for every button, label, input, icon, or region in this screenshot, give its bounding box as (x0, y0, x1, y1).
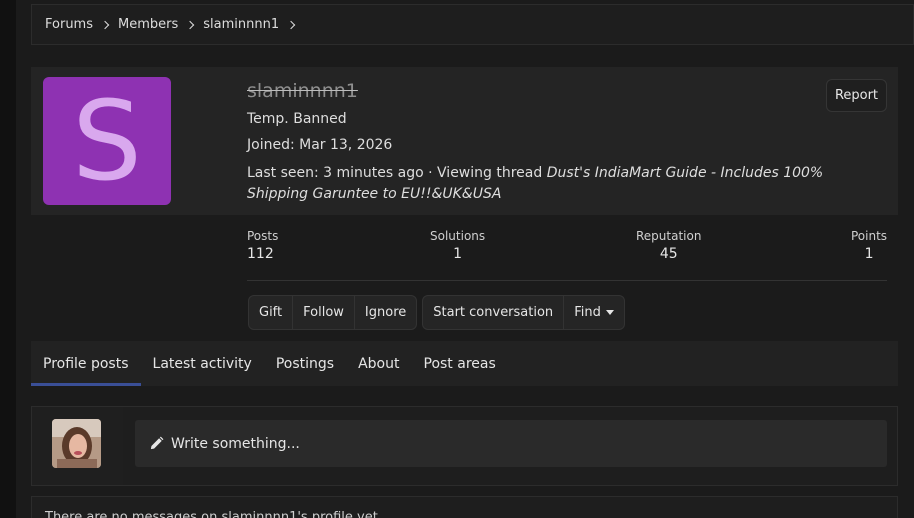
user-status: Temp. Banned (247, 111, 347, 127)
tab-about[interactable]: About (346, 341, 411, 386)
profile-header: S slaminnnn1 Report Temp. Banned Joined:… (31, 67, 898, 215)
report-button[interactable]: Report (826, 79, 887, 112)
tab-latest-activity[interactable]: Latest activity (141, 341, 264, 386)
find-dropdown-button[interactable]: Find (564, 296, 624, 329)
tab-profile-posts[interactable]: Profile posts (31, 341, 141, 386)
avatar[interactable]: S (43, 77, 171, 205)
compose-avatar-column (32, 407, 123, 485)
stat-points[interactable]: Points 1 (851, 229, 887, 262)
gift-button[interactable]: Gift (249, 296, 294, 329)
tab-postings[interactable]: Postings (264, 341, 346, 386)
chevron-right-icon (100, 20, 110, 29)
empty-messages-text: There are no messages on slaminnnn1's pr… (45, 510, 382, 518)
message-button-group: Start conversation Find (422, 295, 625, 330)
current-user-avatar[interactable] (52, 419, 101, 468)
username: slaminnnn1 (247, 80, 358, 102)
breadcrumb-forums[interactable]: Forums (45, 17, 118, 32)
breadcrumb: Forums Members slaminnnn1 (31, 4, 914, 45)
left-gutter (0, 0, 16, 518)
avatar-photo-icon (52, 419, 101, 468)
joined-date: Joined: Mar 13, 2026 (247, 137, 393, 153)
breadcrumb-members[interactable]: Members (118, 17, 203, 32)
last-seen: Last seen: 3 minutes ago · Viewing threa… (247, 165, 824, 202)
profile-tabs: Profile posts Latest activity Postings A… (31, 341, 898, 386)
follow-button[interactable]: Follow (293, 296, 355, 329)
caret-down-icon (605, 310, 614, 315)
stat-reputation[interactable]: Reputation 45 (636, 229, 701, 262)
social-button-group: Gift Follow Ignore (248, 295, 418, 330)
empty-messages: There are no messages on slaminnnn1's pr… (31, 496, 898, 518)
stat-posts[interactable]: Posts 112 (247, 229, 278, 262)
breadcrumb-user[interactable]: slaminnnn1 (203, 17, 304, 32)
write-something-input[interactable]: Write something... (135, 420, 887, 467)
profile-actions: Gift Follow Ignore Start conversation Fi… (248, 295, 625, 330)
compose-block: Write something... (31, 406, 898, 486)
tab-post-areas[interactable]: Post areas (412, 341, 508, 386)
write-something-placeholder: Write something... (171, 435, 300, 452)
pencil-icon (149, 436, 164, 451)
ignore-button[interactable]: Ignore (355, 296, 416, 329)
start-conversation-button[interactable]: Start conversation (423, 296, 565, 329)
stat-solutions[interactable]: Solutions 1 (430, 229, 485, 262)
chevron-right-icon (286, 20, 296, 29)
stats-row: Posts 112 Solutions 1 Reputation 45 Poin… (247, 229, 887, 281)
avatar-letter: S (72, 77, 142, 205)
chevron-right-icon (186, 20, 195, 29)
